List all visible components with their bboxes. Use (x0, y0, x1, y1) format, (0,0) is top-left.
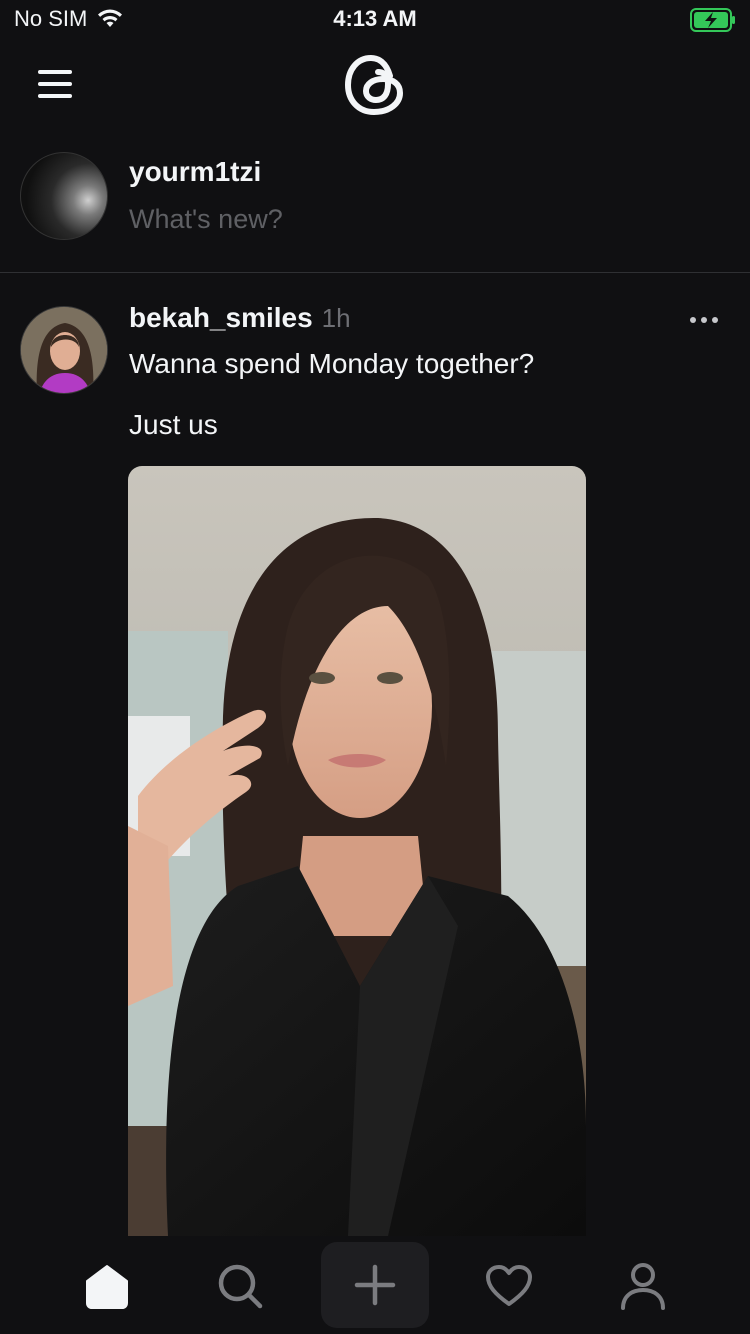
bottom-tab-bar (0, 1236, 750, 1334)
menu-button[interactable] (30, 64, 80, 104)
current-user-avatar[interactable] (20, 152, 108, 240)
post-text-line: Wanna spend Monday together? (129, 348, 535, 379)
post-author-avatar[interactable] (20, 306, 108, 394)
home-icon (86, 1265, 128, 1309)
more-options-icon (690, 317, 718, 323)
post-header: bekah_smiles 1h (129, 302, 351, 334)
tab-profile[interactable] (603, 1246, 683, 1326)
search-icon (218, 1264, 263, 1309)
feed-divider (0, 272, 750, 273)
new-thread-input[interactable]: What's new? (129, 204, 283, 235)
tab-compose[interactable] (321, 1242, 429, 1328)
plus-icon (354, 1264, 396, 1306)
heart-icon (486, 1265, 532, 1306)
status-time: 4:13 AM (333, 6, 417, 31)
tab-home[interactable] (67, 1246, 147, 1326)
post-more-button[interactable] (686, 306, 722, 334)
person-icon (621, 1263, 665, 1310)
battery-icon (690, 8, 736, 37)
tab-activity[interactable] (469, 1246, 549, 1326)
status-bar: No SIM 4:13 AM (0, 0, 750, 40)
hamburger-menu-icon (38, 70, 72, 98)
threads-home-screen: No SIM 4:13 AM yourm1tzi What's new? bek… (0, 0, 750, 1334)
tab-search[interactable] (200, 1246, 280, 1326)
current-user-name: yourm1tzi (129, 156, 262, 187)
post-text-line: Just us (129, 409, 218, 440)
post-timestamp: 1h (321, 303, 351, 333)
threads-logo-icon[interactable] (338, 48, 412, 122)
post-author-name[interactable]: bekah_smiles (129, 302, 313, 334)
post-image[interactable] (128, 466, 586, 1236)
